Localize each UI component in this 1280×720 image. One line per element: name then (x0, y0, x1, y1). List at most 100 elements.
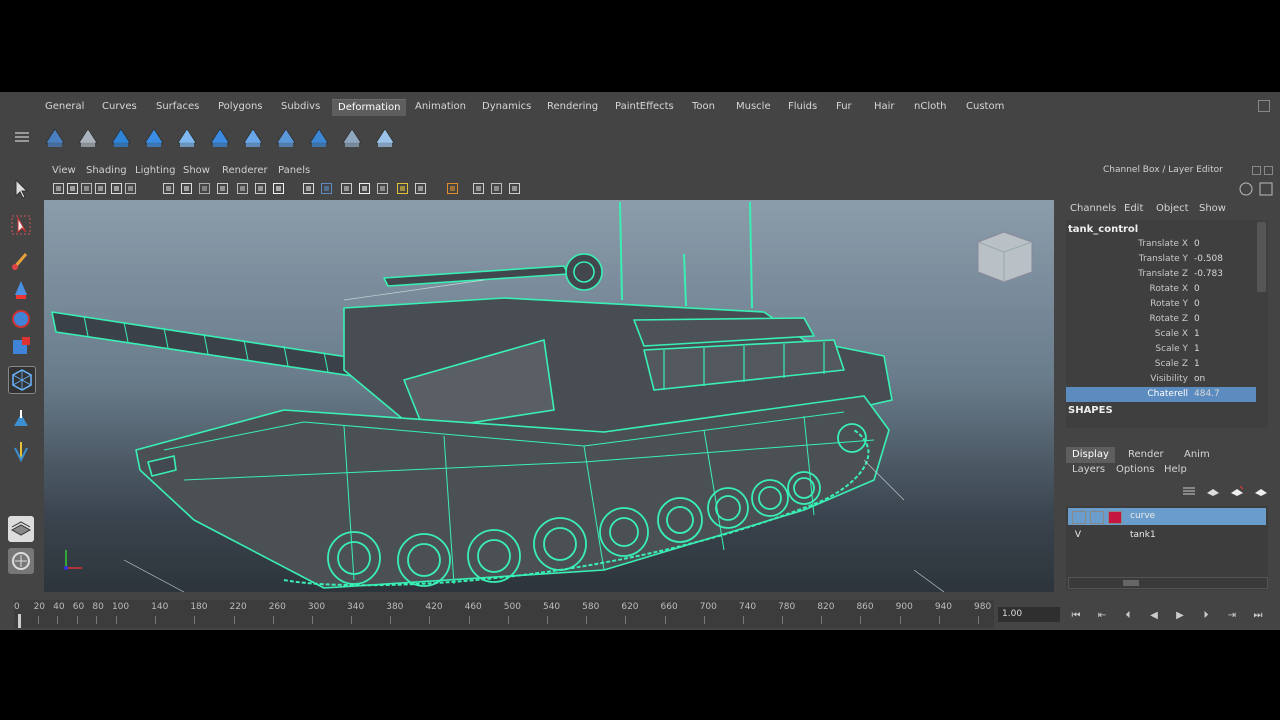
window-minimize-button[interactable] (1258, 100, 1270, 112)
shelf-tab-subdivs[interactable]: Subdivs (281, 99, 320, 115)
panel-tool-21-icon[interactable] (446, 182, 459, 195)
layer-visibility-toggle[interactable]: V (1072, 530, 1084, 541)
panel-tool-6-icon[interactable] (124, 182, 137, 195)
shelf-tab-curves[interactable]: Curves (102, 99, 137, 115)
bend-icon[interactable] (108, 123, 134, 151)
shelf-tab-rendering[interactable]: Rendering (547, 99, 598, 115)
panel-tool-3-icon[interactable] (80, 182, 93, 195)
layer-color-swatch[interactable] (1108, 511, 1122, 524)
play-forwards-button[interactable]: ▶ (1172, 610, 1188, 622)
panel-tool-18-icon[interactable] (376, 182, 389, 195)
panel-tool-22-icon[interactable] (472, 182, 485, 195)
current-frame-marker[interactable] (18, 614, 21, 628)
object-name[interactable]: tank_control (1068, 224, 1138, 235)
step-back-frame-button[interactable]: ⏴ (1120, 610, 1136, 622)
panel-menu-lighting[interactable]: Lighting (135, 165, 175, 176)
shelf-tab-custom[interactable]: Custom (966, 99, 1004, 115)
shelf-tab-surfaces[interactable]: Surfaces (156, 99, 199, 115)
step-forward-key-button[interactable]: ⇥ (1224, 610, 1240, 622)
layout-single-icon[interactable] (8, 516, 34, 542)
panel-tool-19-icon[interactable] (396, 182, 409, 195)
layer-tab-display[interactable]: Display (1066, 447, 1115, 463)
new-layer-icon[interactable] (1182, 485, 1196, 497)
panel-float-button[interactable] (1252, 166, 1261, 175)
channel-box-menu-object[interactable]: Object (1156, 203, 1189, 214)
layer-menu-layers[interactable]: Layers (1072, 464, 1105, 475)
channel-row[interactable]: Rotate Z 0 (1066, 312, 1256, 327)
softmod-icon[interactable] (372, 123, 398, 151)
panel-tool-5-icon[interactable] (110, 182, 123, 195)
step-back-key-button[interactable]: ⇤ (1094, 610, 1110, 622)
panel-tool-24-icon[interactable] (508, 182, 521, 195)
shelf-tab-painteffects[interactable]: PaintEffects (615, 99, 674, 115)
panel-tool-12-icon[interactable] (254, 182, 267, 195)
channel-row[interactable]: Translate Z -0.783 (1066, 267, 1256, 282)
channel-value[interactable]: 1 (1194, 327, 1252, 342)
panel-tool-1-icon[interactable] (52, 182, 65, 195)
manipulator-tool-icon[interactable] (8, 366, 36, 394)
shelf-tab-general[interactable]: General (45, 99, 84, 115)
channel-box-options-icon[interactable] (1238, 181, 1278, 200)
current-time-field[interactable]: 1.00 (998, 607, 1060, 622)
layer-tab-render[interactable]: Render (1128, 447, 1164, 463)
shelf-tab-dynamics[interactable]: Dynamics (482, 99, 531, 115)
channel-value[interactable]: 1 (1194, 342, 1252, 357)
time-slider[interactable]: 0 20 40 60 80 100 140 180 220 260 300 340 380 420 460 5… (14, 600, 994, 628)
step-forward-frame-button[interactable]: ⏵ (1198, 610, 1214, 622)
select-tool-icon[interactable] (8, 176, 34, 202)
blendshape-icon[interactable] (273, 123, 299, 151)
channel-value[interactable]: 484.7 (1194, 387, 1252, 402)
wire-icon[interactable] (240, 123, 266, 151)
layout-four-icon[interactable] (8, 548, 34, 574)
shelf-tab-deformation[interactable]: Deformation (332, 99, 407, 116)
channel-box-menu-edit[interactable]: Edit (1124, 203, 1143, 214)
lattice-icon[interactable] (42, 123, 68, 151)
shelf-tab-polygons[interactable]: Polygons (218, 99, 263, 115)
shelf-tab-hair[interactable]: Hair (874, 99, 895, 115)
shelf-menu-icon[interactable] (15, 130, 29, 144)
layer-menu-options[interactable]: Options (1116, 464, 1155, 475)
panel-menu-shading[interactable]: Shading (86, 165, 127, 176)
split-tool-icon[interactable] (8, 406, 34, 432)
shelf-tab-animation[interactable]: Animation (415, 99, 466, 115)
layer-color-swatch[interactable] (1108, 530, 1120, 541)
move-layer-down-icon[interactable] (1254, 485, 1268, 497)
layer-row[interactable]: Vtank1 (1068, 527, 1266, 544)
shelf-tab-fur[interactable]: Fur (836, 99, 852, 115)
layer-menu-help[interactable]: Help (1164, 464, 1187, 475)
play-backwards-button[interactable]: ◀ (1146, 610, 1162, 622)
panel-tool-11-icon[interactable] (236, 182, 249, 195)
panel-tool-14-icon[interactable] (302, 182, 315, 195)
channel-value[interactable]: 0 (1194, 312, 1252, 327)
move-layer-up-icon[interactable] (1230, 485, 1244, 497)
panel-tool-16-icon[interactable] (340, 182, 353, 195)
channel-value[interactable]: 0 (1194, 237, 1252, 252)
channel-value[interactable]: on (1194, 372, 1252, 387)
go-to-end-button[interactable]: ⏭ (1250, 610, 1266, 622)
viewport-persp[interactable] (44, 200, 1054, 592)
view-cube[interactable] (974, 228, 1036, 289)
panel-tool-10-icon[interactable] (216, 182, 229, 195)
channel-box-scrollbar[interactable] (1257, 222, 1266, 292)
scale-tool-icon[interactable] (8, 334, 34, 360)
panel-tool-7-icon[interactable] (162, 182, 175, 195)
channel-row[interactable]: Translate Y -0.508 (1066, 252, 1256, 267)
panel-menu-panels[interactable]: Panels (278, 165, 310, 176)
panel-tool-15-icon[interactable] (320, 182, 333, 195)
lasso-tool-icon[interactable] (8, 212, 34, 238)
layer-row[interactable]: curve (1068, 508, 1266, 525)
panel-close-button[interactable] (1264, 166, 1273, 175)
panel-tool-2-icon[interactable] (66, 182, 79, 195)
channel-row[interactable]: Visibility on (1066, 372, 1256, 387)
shelf-tab-ncloth[interactable]: nCloth (914, 99, 946, 115)
rotate-tool-icon[interactable] (8, 306, 34, 332)
channel-row[interactable]: Rotate X 0 (1066, 282, 1256, 297)
channel-row[interactable]: Scale X 1 (1066, 327, 1256, 342)
insert-edge-icon[interactable] (8, 438, 34, 464)
cluster-icon[interactable] (75, 123, 101, 151)
wrap-icon[interactable] (207, 123, 233, 151)
channel-value[interactable]: 0 (1194, 282, 1252, 297)
panel-tool-4-icon[interactable] (94, 182, 107, 195)
channel-value[interactable]: 0 (1194, 297, 1252, 312)
channel-value[interactable]: -0.783 (1194, 267, 1252, 282)
